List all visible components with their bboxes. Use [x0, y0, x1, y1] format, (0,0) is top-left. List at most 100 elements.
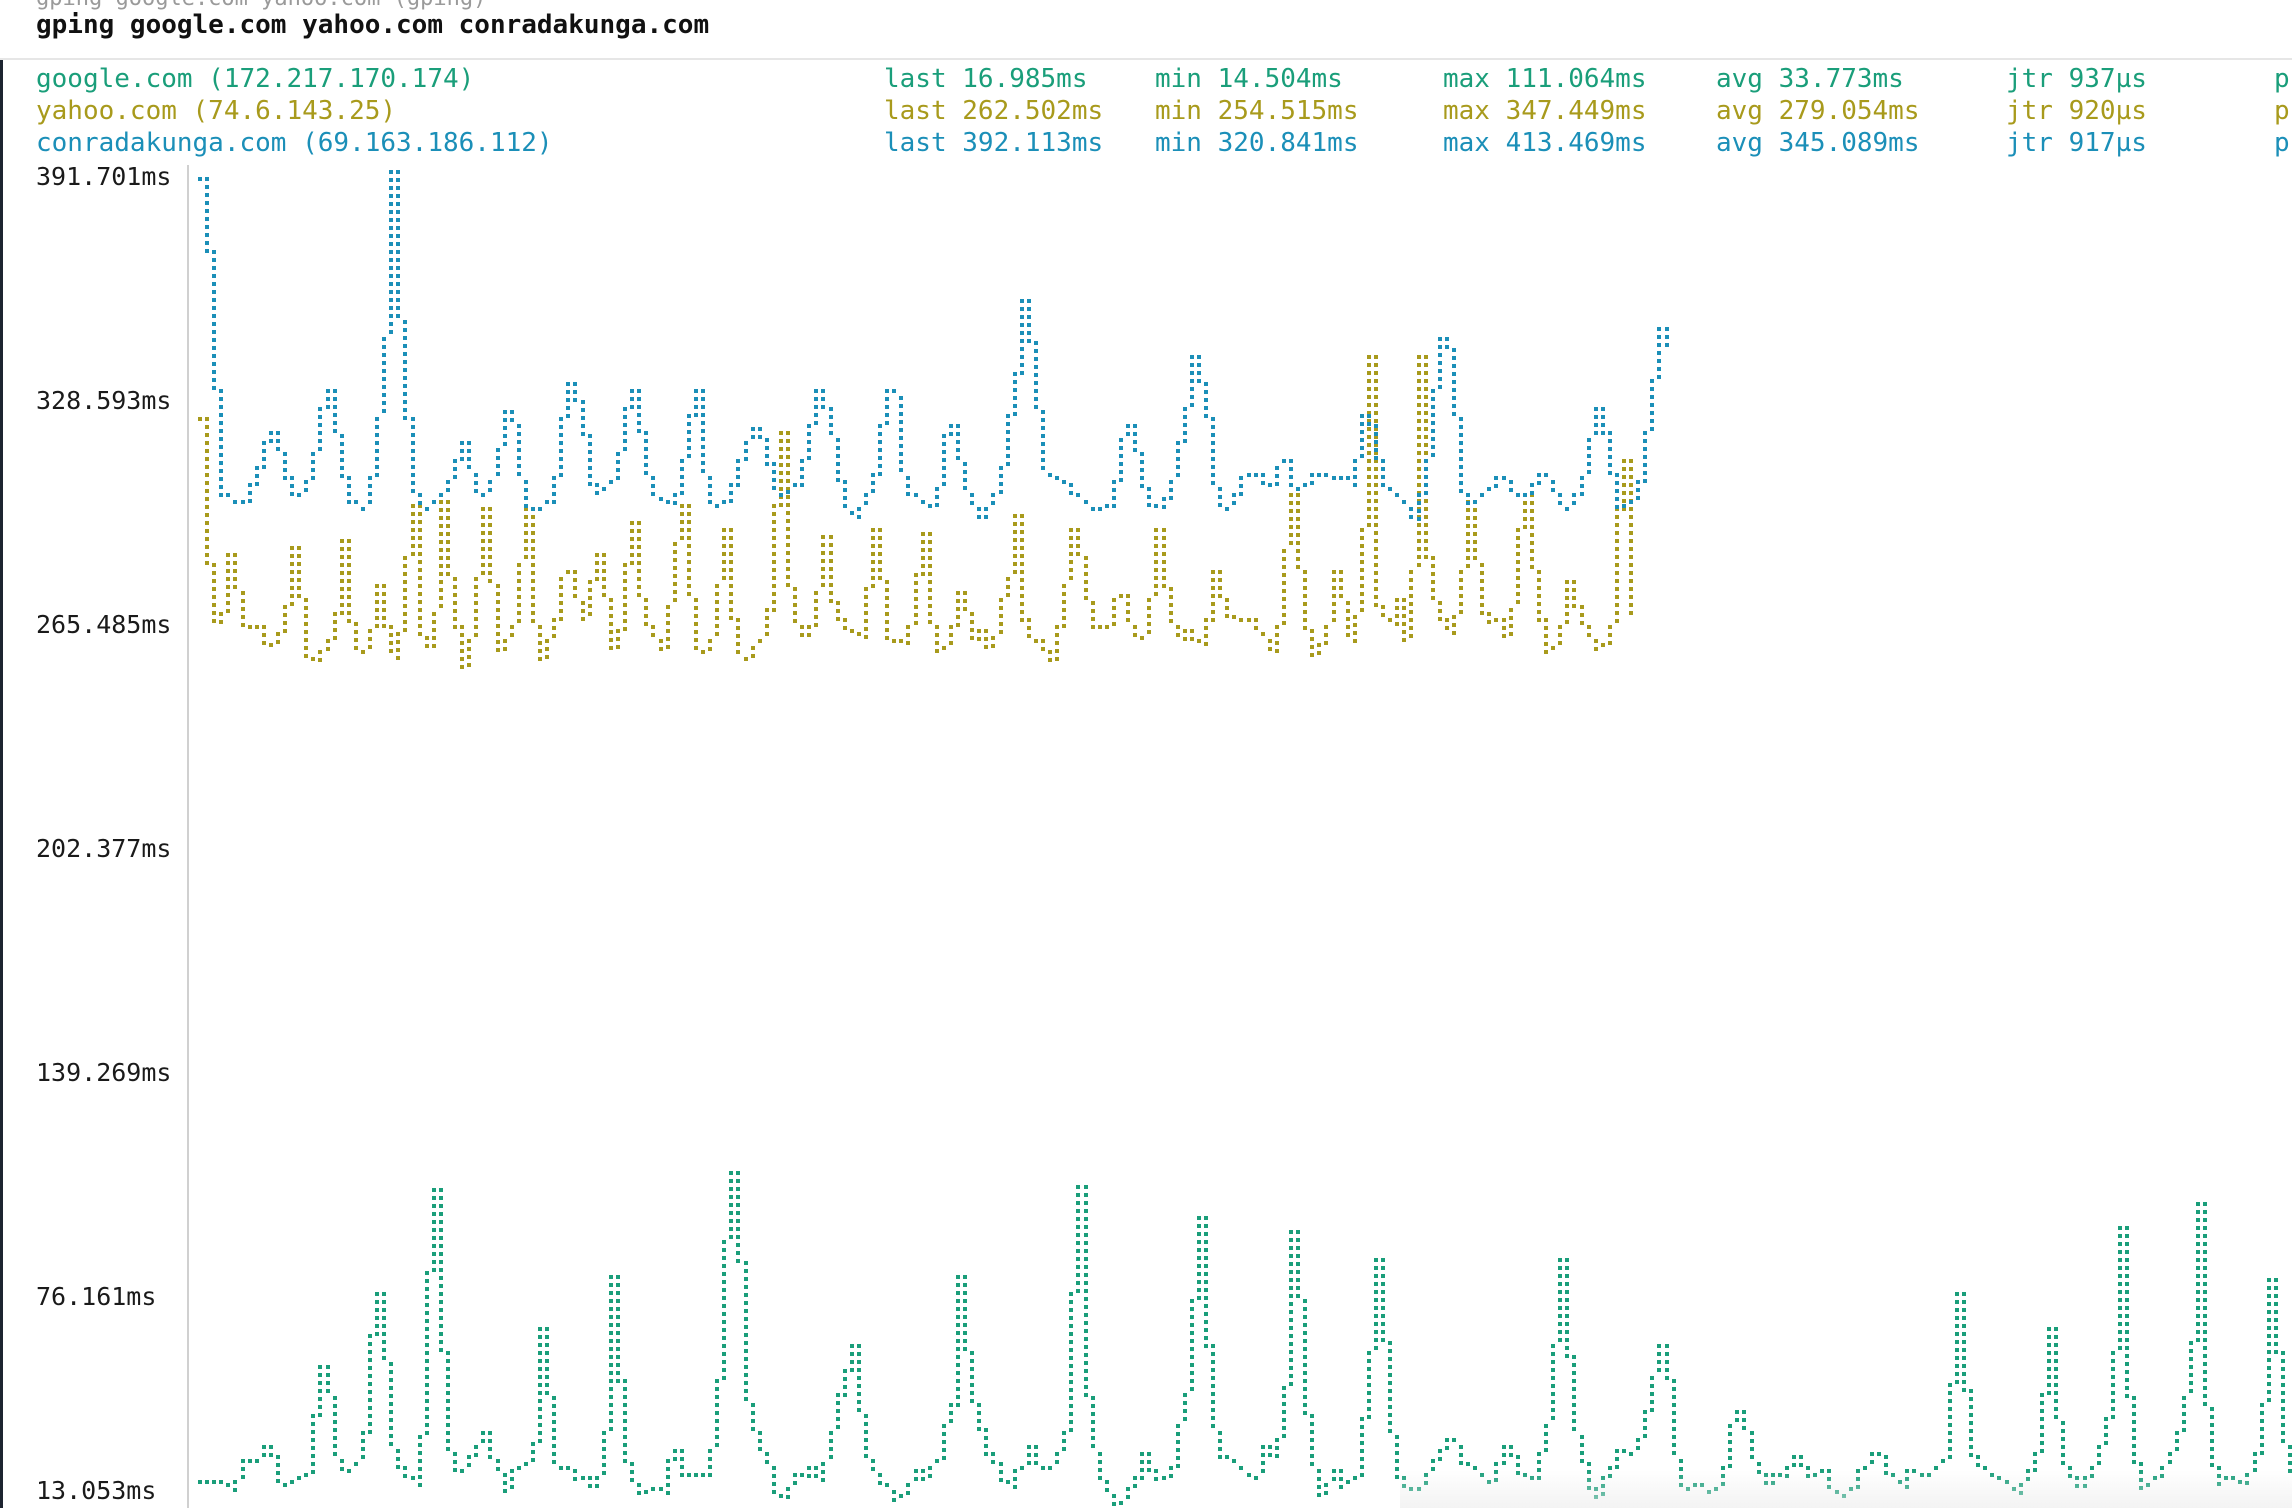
data-point [949, 424, 953, 428]
data-point [1452, 623, 1456, 627]
data-point [368, 1390, 372, 1394]
data-point [340, 595, 344, 599]
data-point [1275, 1454, 1279, 1458]
data-point [984, 629, 988, 633]
data-point [226, 493, 230, 497]
data-point [446, 508, 450, 512]
data-point [1197, 1264, 1201, 1268]
data-point [1289, 1374, 1293, 1378]
data-point [666, 645, 670, 649]
data-point [963, 1339, 967, 1343]
data-point [446, 556, 450, 560]
data-point [262, 465, 266, 469]
data-point [524, 480, 528, 484]
data-point [304, 654, 308, 658]
data-point [1643, 1426, 1647, 1430]
data-point [1119, 454, 1123, 458]
data-point [2267, 1310, 2271, 1314]
data-point [744, 449, 748, 453]
data-point [1225, 507, 1229, 511]
data-point [623, 1403, 627, 1407]
data-point [1006, 1480, 1010, 1484]
data-point [538, 625, 542, 629]
data-point [1395, 1451, 1399, 1455]
data-point [1509, 608, 1513, 612]
data-point [1502, 1461, 1506, 1465]
data-point [772, 1490, 776, 1494]
data-point [538, 1423, 542, 1427]
data-point [1417, 427, 1421, 431]
data-point [836, 470, 840, 474]
data-point [1254, 1476, 1258, 1480]
data-point [333, 612, 337, 616]
data-point [552, 492, 556, 496]
data-point [439, 564, 443, 568]
data-point [779, 463, 783, 467]
data-point [212, 306, 216, 310]
data-point [1629, 603, 1633, 607]
data-point [758, 1447, 762, 1451]
data-point [885, 596, 889, 600]
data-point [418, 616, 422, 620]
data-point [1084, 1225, 1088, 1229]
data-point [637, 529, 641, 533]
data-point [2260, 1411, 2264, 1415]
data-point [418, 528, 422, 532]
data-point [1643, 1410, 1647, 1414]
data-point [1452, 631, 1456, 635]
data-point [2125, 1394, 2129, 1398]
data-point [1360, 584, 1364, 588]
data-point [375, 1292, 379, 1296]
data-point [233, 569, 237, 573]
data-point [2196, 1290, 2200, 1294]
data-point [878, 464, 882, 468]
data-point [1020, 347, 1024, 351]
data-point [573, 390, 577, 394]
data-point [205, 233, 209, 237]
data-point [573, 578, 577, 582]
data-point [205, 449, 209, 453]
data-point [899, 460, 903, 464]
data-point [729, 552, 733, 556]
data-point [1041, 418, 1045, 422]
data-point [1324, 1483, 1328, 1487]
data-point [1360, 608, 1364, 612]
data-point [368, 1406, 372, 1410]
data-point [517, 464, 521, 468]
data-point [418, 1443, 422, 1447]
data-point [1261, 1469, 1265, 1473]
data-point [269, 1453, 273, 1457]
data-point [382, 1324, 386, 1328]
data-point [772, 470, 776, 474]
data-point [1303, 1307, 1307, 1311]
data-point [744, 457, 748, 461]
data-point [1289, 467, 1293, 471]
data-point [1417, 563, 1421, 567]
data-point [1750, 1439, 1754, 1443]
data-point [389, 1426, 393, 1430]
data-point [772, 528, 776, 532]
data-point [318, 1373, 322, 1377]
data-point [1672, 1403, 1676, 1407]
data-point [744, 1261, 748, 1265]
data-point [1204, 1264, 1208, 1268]
data-point [956, 1355, 960, 1359]
data-point [977, 1411, 981, 1415]
data-point [531, 539, 535, 543]
data-point [1197, 1240, 1201, 1244]
data-point [744, 1309, 748, 1313]
data-point [977, 515, 981, 519]
data-point [956, 1371, 960, 1375]
data-point [304, 480, 308, 484]
data-point [2196, 1250, 2200, 1254]
data-point [722, 1272, 726, 1276]
data-point [474, 609, 478, 613]
data-point [1084, 1369, 1088, 1373]
data-point [1282, 1410, 1286, 1414]
data-point [432, 628, 436, 632]
data-point [1289, 533, 1293, 537]
data-point [1197, 1256, 1201, 1260]
data-point [1303, 483, 1307, 487]
data-point [687, 446, 691, 450]
data-point [1459, 610, 1463, 614]
